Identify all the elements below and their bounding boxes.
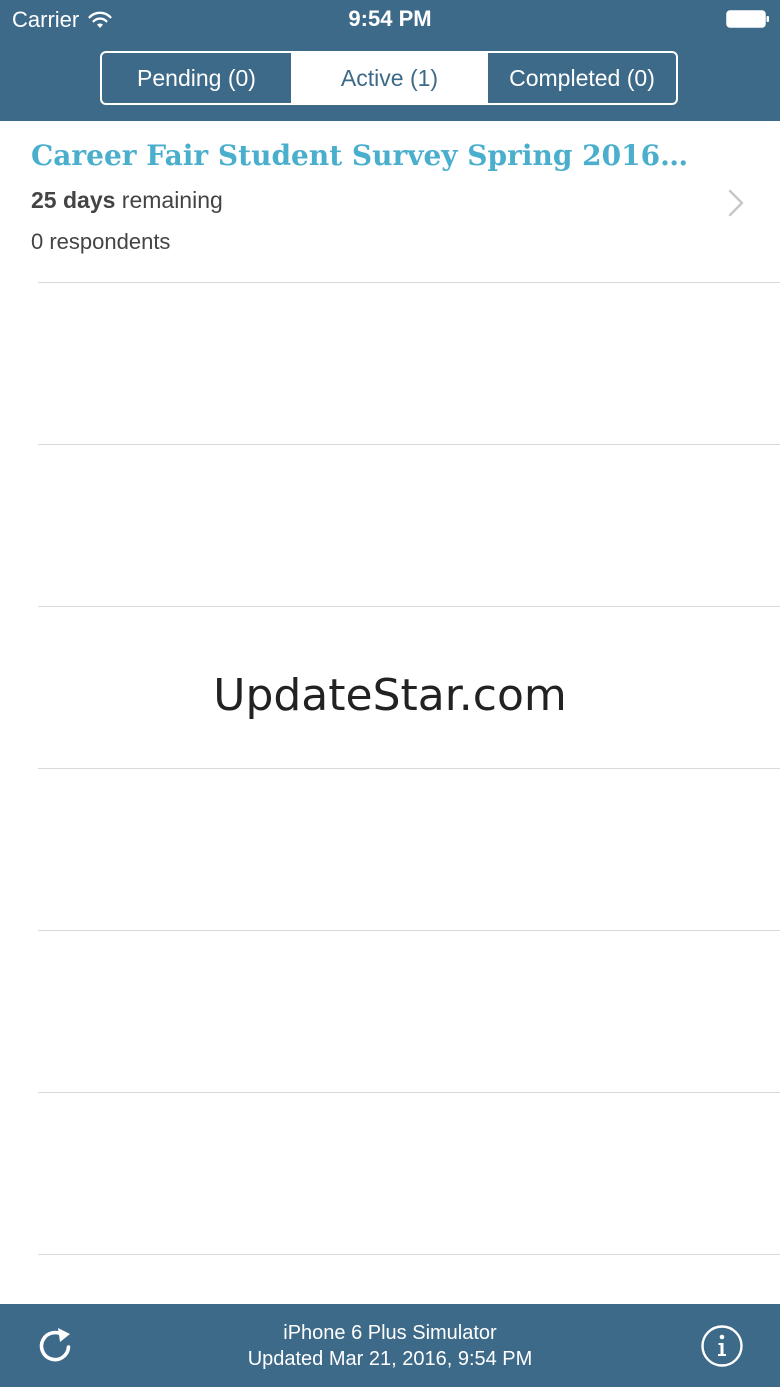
status-bar: Carrier 9:54 PM xyxy=(0,0,780,40)
row-separator xyxy=(38,768,780,769)
tab-completed[interactable]: Completed (0) xyxy=(488,53,676,103)
survey-row[interactable]: Career Fair Student Survey Spring 2016 -… xyxy=(0,121,780,282)
footer-status: iPhone 6 Plus Simulator Updated Mar 21, … xyxy=(0,1320,780,1372)
info-icon[interactable] xyxy=(700,1324,744,1368)
tab-active[interactable]: Active (1) xyxy=(293,53,488,103)
row-separator xyxy=(38,930,780,931)
survey-title: Career Fair Student Survey Spring 2016 -… xyxy=(31,139,691,172)
row-separator xyxy=(38,282,780,283)
footer-toolbar: iPhone 6 Plus Simulator Updated Mar 21, … xyxy=(0,1304,780,1387)
respondent-count: 0 respondents xyxy=(31,229,171,254)
battery-icon xyxy=(726,10,769,28)
status-time: 9:54 PM xyxy=(348,6,432,31)
tab-active-label: Active (1) xyxy=(340,64,439,91)
days-remaining: 25 days remaining xyxy=(31,187,223,214)
tab-pending-label: Pending (0) xyxy=(137,64,256,91)
chevron-right-icon xyxy=(728,189,744,217)
header: Carrier 9:54 PM Pending (0) Active (1) C… xyxy=(0,0,780,121)
watermark-text: UpdateStar.com xyxy=(213,670,567,721)
days-remaining-suffix: remaining xyxy=(115,187,223,213)
status-segmented-control: Pending (0) Active (1) Completed (0) xyxy=(100,51,678,105)
row-separator xyxy=(38,606,780,607)
row-separator xyxy=(38,444,780,445)
survey-list: Career Fair Student Survey Spring 2016 -… xyxy=(0,121,780,282)
device-name: iPhone 6 Plus Simulator xyxy=(283,1322,497,1344)
tab-completed-label: Completed (0) xyxy=(509,64,655,91)
days-remaining-value: 25 days xyxy=(31,187,116,213)
tab-pending[interactable]: Pending (0) xyxy=(102,53,293,103)
row-separator xyxy=(38,1254,780,1255)
row-separator xyxy=(38,1092,780,1093)
last-updated: Updated Mar 21, 2016, 9:54 PM xyxy=(247,1348,533,1370)
